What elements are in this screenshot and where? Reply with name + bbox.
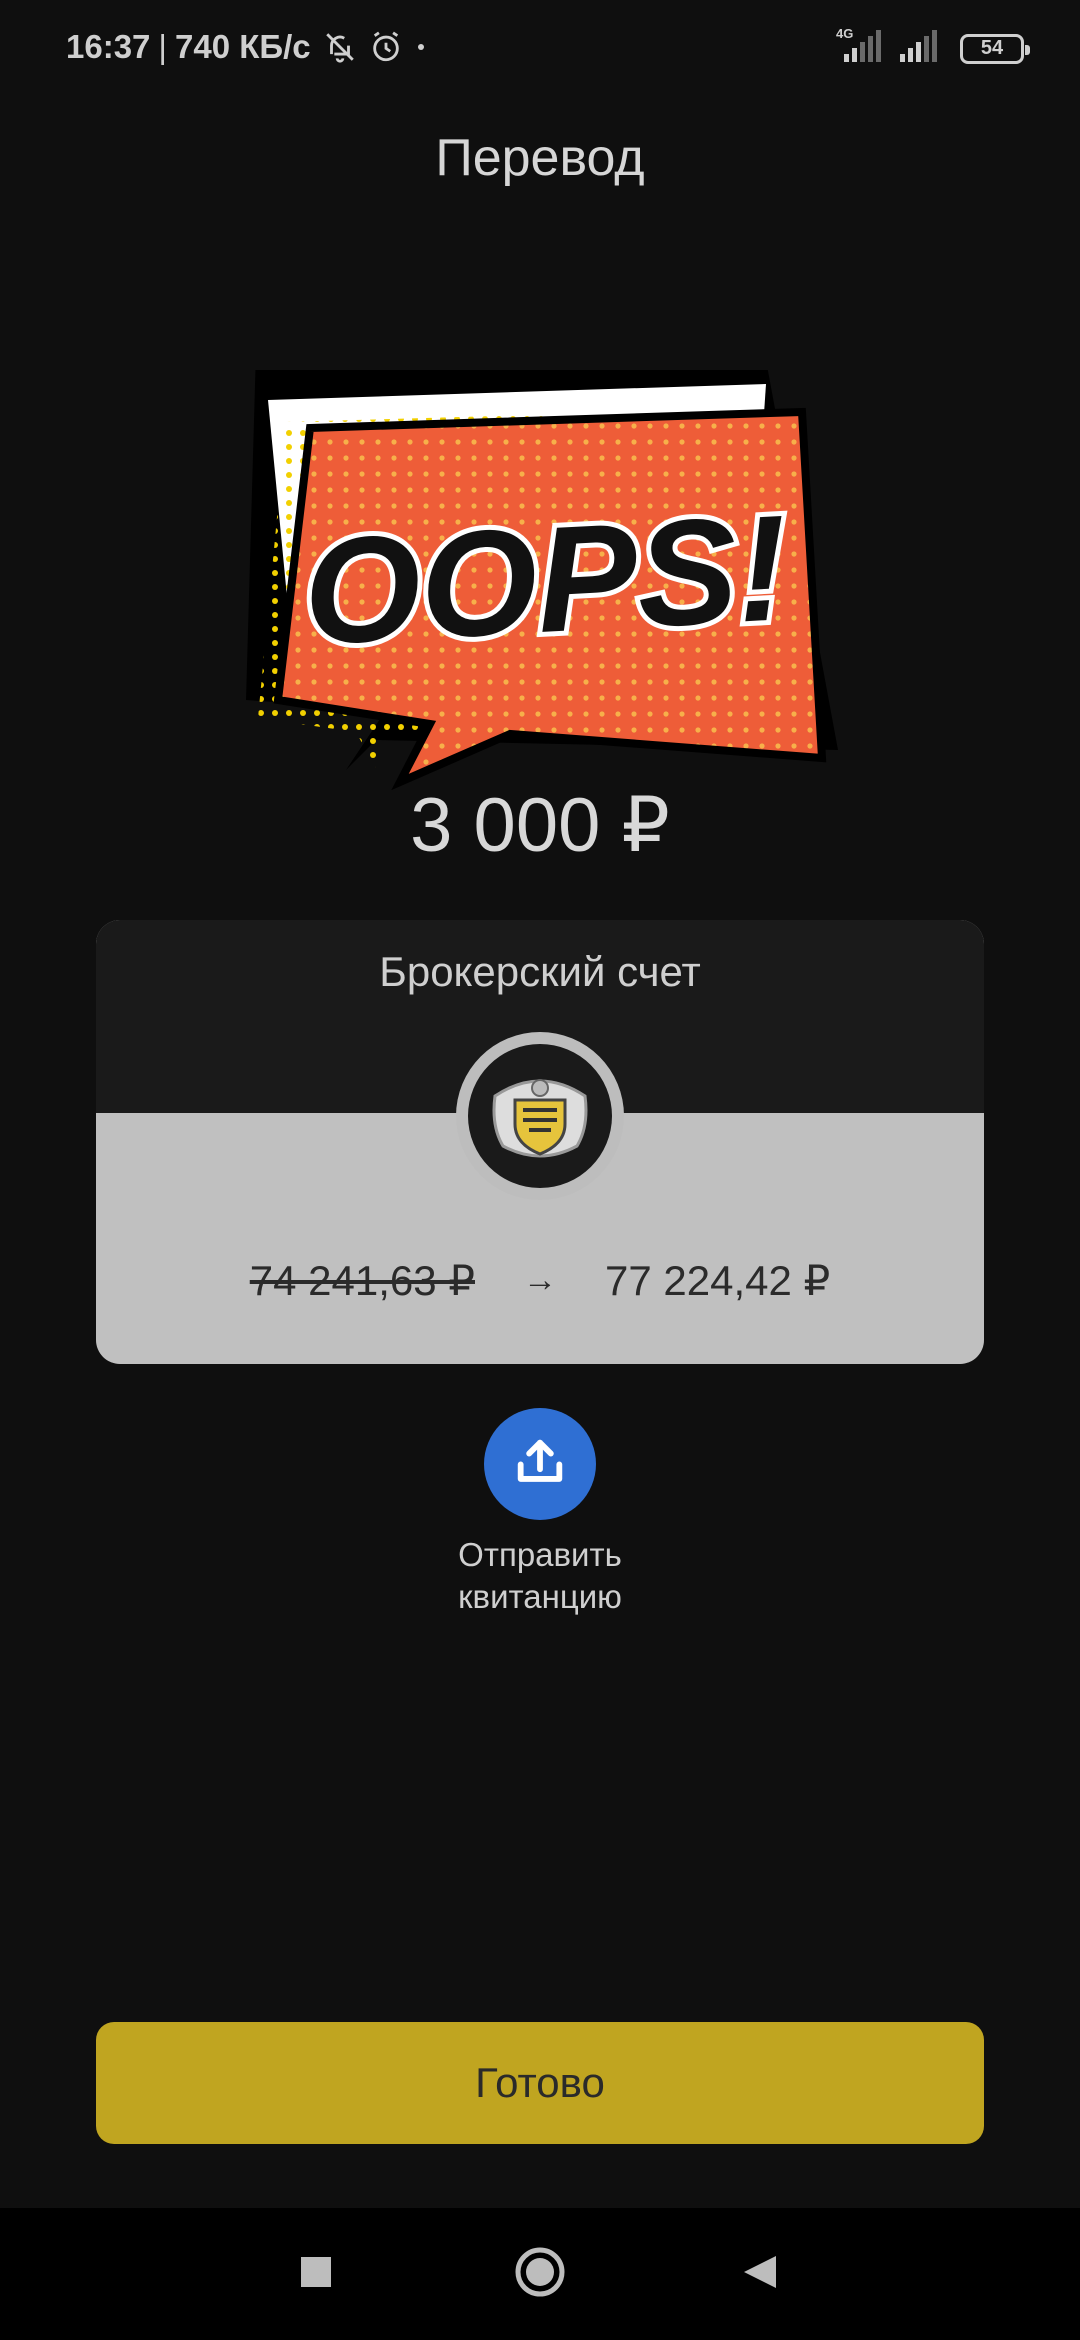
square-icon — [299, 2255, 333, 2294]
navigation-bar — [0, 2208, 1080, 2340]
battery-icon: 54 — [960, 33, 1030, 64]
network-type: 4G — [836, 26, 854, 41]
arrow-right-icon: → — [523, 1261, 557, 1299]
battery-level: 54 — [980, 37, 1004, 59]
status-time: 16:37 — [66, 28, 151, 65]
alarm-icon — [369, 30, 403, 64]
account-card: Брокерский счет 74 241,63 ₽ → 77 224,42 … — [96, 920, 984, 1364]
done-button[interactable]: Готово — [96, 2022, 984, 2144]
signal-sim2-icon — [896, 30, 940, 67]
tinkoff-crest-icon — [468, 1044, 612, 1188]
balance-change: 74 241,63 ₽ → 77 224,42 ₽ — [96, 1256, 984, 1305]
share-icon — [511, 1433, 569, 1496]
send-receipt-label-line1: Отправить — [458, 1536, 622, 1573]
old-balance: 74 241,63 ₽ — [249, 1257, 475, 1304]
triangle-back-icon — [740, 2252, 780, 2297]
bell-muted-icon — [323, 30, 357, 64]
status-right: 4G 54 — [828, 26, 1030, 67]
back-button[interactable] — [700, 2208, 820, 2340]
page-title: Перевод — [435, 129, 645, 187]
send-receipt-button[interactable] — [484, 1408, 596, 1520]
send-receipt-label-line2: квитанцию — [458, 1578, 622, 1615]
bank-logo — [456, 1032, 624, 1200]
notification-dot-icon — [415, 41, 427, 53]
new-balance: 77 224,42 ₽ — [605, 1257, 831, 1304]
recent-apps-button[interactable] — [256, 2208, 376, 2340]
status-separator: | — [158, 28, 167, 65]
transfer-amount: 3 000 ₽ — [410, 783, 670, 868]
send-receipt-label[interactable]: Отправить квитанцию — [0, 1534, 1080, 1618]
home-button[interactable] — [480, 2208, 600, 2340]
status-bar: 16:37 | 740 КБ/с 4G 54 — [0, 0, 1080, 96]
status-speed: 740 КБ/с — [174, 28, 311, 65]
oops-text: OOPS! — [300, 483, 792, 676]
circle-home-icon — [514, 2246, 566, 2303]
oops-sticker: OOPS! — [226, 350, 854, 791]
account-name: Брокерский счет — [379, 948, 701, 995]
status-left: 16:37 | 740 КБ/с — [66, 28, 427, 66]
signal-sim1-icon: 4G — [836, 26, 884, 67]
